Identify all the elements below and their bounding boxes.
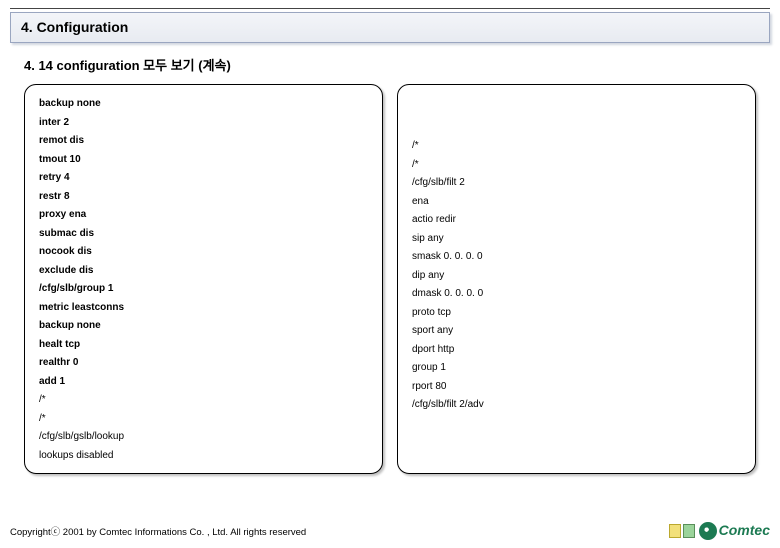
config-line: lookups disabled <box>39 447 368 466</box>
config-line: ena <box>412 193 741 212</box>
cert-badges <box>669 524 695 538</box>
config-line: backup none <box>39 317 368 336</box>
config-line: /* <box>39 391 368 410</box>
config-panels: backup none inter 2 remot dis tmout 10 r… <box>0 84 780 474</box>
badge-icon <box>669 524 681 538</box>
config-line: dmask 0. 0. 0. 0 <box>412 285 741 304</box>
config-line: healt tcp <box>39 336 368 355</box>
config-line: restr 8 <box>39 188 368 207</box>
config-line: retry 4 <box>39 169 368 188</box>
config-line: /cfg/slb/filt 2/adv <box>412 396 741 415</box>
config-line: tmout 10 <box>39 151 368 170</box>
config-line: /cfg/slb/group 1 <box>39 280 368 299</box>
config-line: submac dis <box>39 225 368 244</box>
section-title-box: 4. Configuration <box>10 12 770 43</box>
comtec-brand: Comtec <box>719 522 770 538</box>
config-line: /* <box>412 156 741 175</box>
footer: Copyrightⓒ 2001 by Comtec Informations C… <box>10 522 770 540</box>
config-line: group 1 <box>412 359 741 378</box>
config-line: sip any <box>412 230 741 249</box>
section-title: 4. Configuration <box>21 19 759 35</box>
config-line: metric leastconns <box>39 299 368 318</box>
config-line: sport any <box>412 322 741 341</box>
comtec-logo: Comtec <box>699 522 770 540</box>
badge-icon <box>683 524 695 538</box>
config-line: add 1 <box>39 373 368 392</box>
header-divider <box>10 8 770 9</box>
config-line: realthr 0 <box>39 354 368 373</box>
config-line: /* <box>39 410 368 429</box>
copyright-text: Copyrightⓒ 2001 by Comtec Informations C… <box>10 524 306 538</box>
config-line: dip any <box>412 267 741 286</box>
config-line: /cfg/slb/filt 2 <box>412 174 741 193</box>
panel-right: /* /* /cfg/slb/filt 2 ena actio redir si… <box>397 84 756 474</box>
config-line: proxy ena <box>39 206 368 225</box>
config-line: backup none <box>39 95 368 114</box>
comtec-text-wrap: Comtec <box>719 522 770 540</box>
config-line: /* <box>412 137 741 156</box>
config-line: remot dis <box>39 132 368 151</box>
config-line: /cfg/slb/gslb/lookup <box>39 428 368 447</box>
config-line: dport http <box>412 341 741 360</box>
subtitle: 4. 14 configuration 모두 보기 (계속) <box>24 55 756 74</box>
config-line: proto tcp <box>412 304 741 323</box>
config-line: rport 80 <box>412 378 741 397</box>
footer-logos: Comtec <box>669 522 770 540</box>
comtec-mark-icon <box>699 522 717 540</box>
config-line: exclude dis <box>39 262 368 281</box>
config-line: nocook dis <box>39 243 368 262</box>
panel-left: backup none inter 2 remot dis tmout 10 r… <box>24 84 383 474</box>
config-line: actio redir <box>412 211 741 230</box>
config-line: inter 2 <box>39 114 368 133</box>
config-line: smask 0. 0. 0. 0 <box>412 248 741 267</box>
